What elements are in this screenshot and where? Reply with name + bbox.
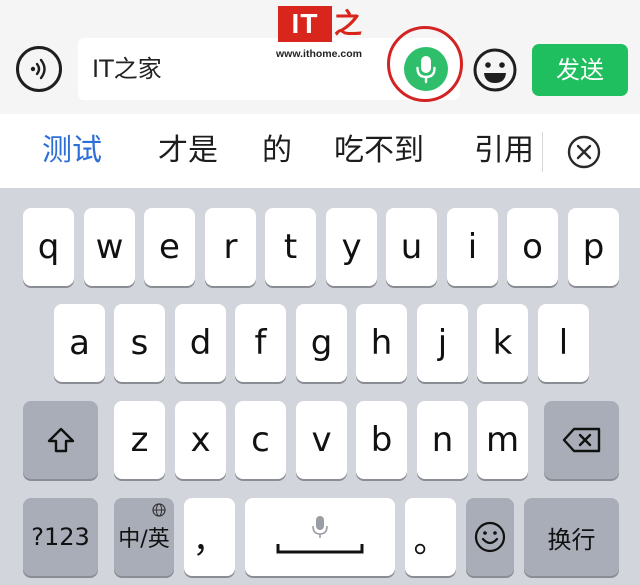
ithome-url: www.ithome.com [276, 48, 362, 60]
key-e[interactable]: e [144, 208, 195, 286]
key-q[interactable]: q [23, 208, 74, 286]
voice-mode-button[interactable] [16, 46, 62, 92]
shift-icon [47, 427, 74, 453]
candidate-item[interactable]: 的 [262, 114, 292, 188]
ithome-logo: IT [278, 6, 332, 42]
emoji-icon [473, 48, 517, 92]
period-key[interactable]: 。 [405, 498, 456, 576]
backspace-icon [562, 427, 600, 453]
voice-mode-icon [30, 58, 46, 80]
emoji-button[interactable] [472, 47, 518, 93]
globe-icon [152, 503, 166, 517]
key-j[interactable]: j [417, 304, 468, 382]
key-z[interactable]: z [114, 401, 165, 479]
dictation-mic-icon [276, 516, 364, 554]
backspace-key[interactable] [544, 401, 619, 479]
comma-key[interactable]: ， [184, 498, 235, 576]
key-c[interactable]: c [235, 401, 286, 479]
key-n[interactable]: n [417, 401, 468, 479]
key-u[interactable]: u [386, 208, 437, 286]
key-g[interactable]: g [296, 304, 347, 382]
keyboard: q w e r t y u i o p a s d f g h j k l z … [0, 188, 640, 585]
ithome-watermark: IT 之 www.ithome.com [276, 6, 368, 64]
key-k[interactable]: k [477, 304, 528, 382]
key-m[interactable]: m [477, 401, 528, 479]
language-switch-label: 中/英 [118, 527, 170, 552]
candidate-item[interactable]: 吃不到 [334, 114, 424, 188]
emoji-icon [474, 521, 506, 553]
key-y[interactable]: y [326, 208, 377, 286]
candidate-bar: 测试 才是 的 吃不到 引用 [0, 114, 640, 188]
key-v[interactable]: v [296, 401, 347, 479]
key-f[interactable]: f [235, 304, 286, 382]
key-o[interactable]: o [507, 208, 558, 286]
numbers-key[interactable]: ?123 [23, 498, 98, 576]
candidate-divider [542, 132, 543, 172]
key-t[interactable]: t [265, 208, 316, 286]
key-b[interactable]: b [356, 401, 407, 479]
microphone-icon [416, 56, 436, 84]
language-switch-key[interactable]: 中/英 [114, 498, 174, 576]
candidate-item[interactable]: 引用 [474, 114, 534, 188]
ithome-logo-char: 之 [334, 7, 363, 40]
send-button[interactable]: 发送 [532, 44, 628, 96]
shift-key[interactable] [23, 401, 98, 479]
candidate-item[interactable]: 测试 [42, 114, 102, 188]
key-s[interactable]: s [114, 304, 165, 382]
message-input-value: IT之家 [92, 55, 162, 83]
voice-input-button[interactable] [404, 47, 448, 91]
close-circle-icon[interactable] [566, 134, 602, 170]
key-l[interactable]: l [538, 304, 589, 382]
space-key[interactable] [245, 498, 395, 576]
key-d[interactable]: d [175, 304, 226, 382]
return-key[interactable]: 换行 [524, 498, 619, 576]
key-r[interactable]: r [205, 208, 256, 286]
chat-input-bar: IT之家 IT 之 www.ithome.com 发送 [0, 0, 640, 114]
key-x[interactable]: x [175, 401, 226, 479]
key-i[interactable]: i [447, 208, 498, 286]
key-w[interactable]: w [84, 208, 135, 286]
key-a[interactable]: a [54, 304, 105, 382]
key-p[interactable]: p [568, 208, 619, 286]
emoji-key[interactable] [466, 498, 514, 576]
candidate-item[interactable]: 才是 [158, 114, 218, 188]
key-h[interactable]: h [356, 304, 407, 382]
